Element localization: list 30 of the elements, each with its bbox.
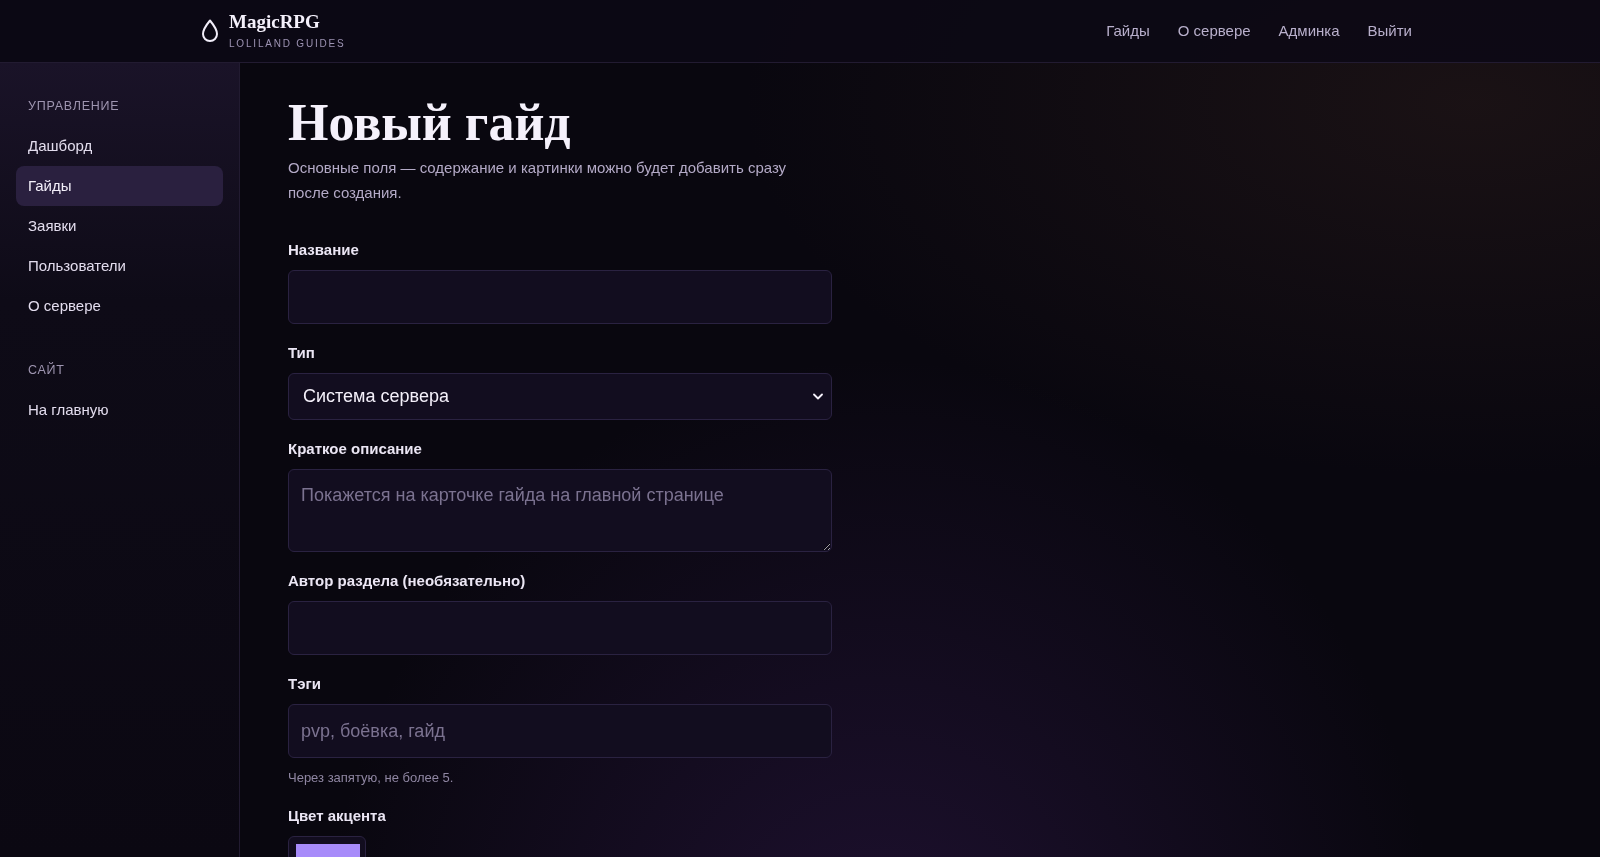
- chevron-down-icon: [813, 393, 823, 400]
- sidebar-item[interactable]: На главную: [16, 390, 223, 430]
- page-title: Новый гайд: [288, 93, 572, 153]
- field-label: Цвет акцента: [288, 806, 387, 826]
- nav-link[interactable]: Выйти: [1367, 21, 1412, 41]
- sidebar-item[interactable]: Пользователи: [16, 246, 223, 286]
- section-heading: УПРАВЛЕНИЕ: [27, 98, 121, 115]
- field-label: Автор раздела (необязательно): [288, 571, 527, 591]
- sidebar-item[interactable]: О сервере: [16, 286, 223, 326]
- drop-icon: [201, 19, 219, 43]
- sidebar-item[interactable]: Гайды: [16, 166, 223, 206]
- field-label: Краткое описание: [288, 439, 423, 459]
- sidebar-item[interactable]: Дашборд: [16, 126, 223, 166]
- field-hint: Через запятую, не более 5.: [288, 769, 455, 787]
- sidebar-item[interactable]: Заявки: [16, 206, 223, 246]
- page-description: Основные поля — содержание и картинки можно будет добавить сразу после создания.: [288, 158, 788, 203]
- section-heading: САЙТ: [27, 361, 66, 379]
- field-label: Тип: [288, 343, 316, 363]
- nav-link[interactable]: О сервере: [1177, 21, 1251, 41]
- textarea-field[interactable]: Покажется на карточке гайда на главной странице: [288, 469, 832, 552]
- text-input[interactable]: [288, 601, 832, 655]
- type-select[interactable]: Система сервера: [288, 373, 832, 420]
- nav-link[interactable]: Админка: [1278, 21, 1340, 41]
- logo-title: MagicRPG: [229, 11, 321, 33]
- logo-subtitle: LOLILAND GUIDES: [229, 37, 346, 51]
- nav-link[interactable]: Гайды: [1106, 21, 1150, 41]
- text-input[interactable]: pvp, боёвка, гайд: [288, 704, 832, 758]
- text-input[interactable]: [288, 270, 832, 324]
- field-label: Название: [288, 240, 360, 260]
- field-label: Тэги: [288, 674, 322, 694]
